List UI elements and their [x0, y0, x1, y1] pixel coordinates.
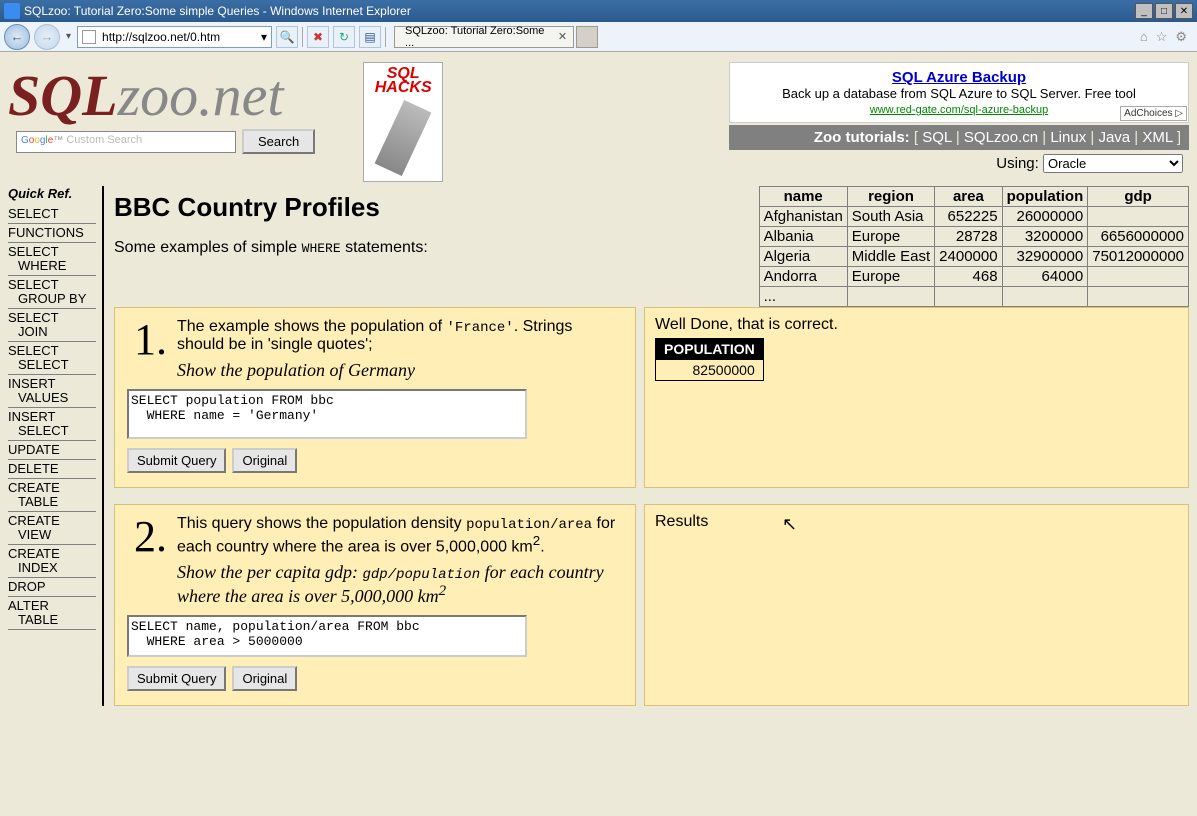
sidebar-item[interactable]: SELECTSELECT — [8, 342, 96, 375]
table-header: region — [847, 187, 934, 207]
refresh-button[interactable]: ↻ — [333, 26, 355, 48]
sidebar-item[interactable]: FUNCTIONS — [8, 224, 96, 243]
table-header: population — [1002, 187, 1088, 207]
sidebar-item[interactable]: DROP — [8, 578, 96, 597]
submit-query-button-2[interactable]: Submit Query — [127, 666, 226, 691]
sidebar-item[interactable]: UPDATE — [8, 441, 96, 460]
table-row: AlbaniaEurope2872832000006656000000 — [759, 227, 1188, 247]
ie-icon — [4, 3, 20, 19]
tutorials-nav: Zoo tutorials: [ SQL | SQLzoo.cn | Linux… — [729, 125, 1189, 150]
results-label: Results — [655, 513, 1178, 531]
window-title: SQLzoo: Tutorial Zero:Some simple Querie… — [24, 4, 1135, 18]
sidebar-item[interactable]: SELECT — [8, 205, 96, 224]
adchoices-badge[interactable]: AdChoices ▷ — [1120, 106, 1187, 121]
ad-text: Back up a database from SQL Azure to SQL… — [782, 86, 1136, 101]
compat-button[interactable]: ▤ — [359, 26, 381, 48]
exercise-1-panel: 1. The example shows the population of '… — [114, 307, 636, 488]
table-row: AlgeriaMiddle East2400000329000007501200… — [759, 247, 1188, 267]
close-window-button[interactable]: ✕ — [1175, 3, 1193, 19]
browser-tab[interactable]: SQLzoo: Tutorial Zero:Some ... ✕ — [394, 26, 574, 48]
minimize-button[interactable]: _ — [1135, 3, 1153, 19]
maximize-button[interactable]: □ — [1155, 3, 1173, 19]
engine-select[interactable]: Oracle — [1043, 154, 1183, 173]
table-header: gdp — [1088, 187, 1189, 207]
exercise-number: 1. — [127, 318, 167, 381]
sidebar-item[interactable]: DELETE — [8, 460, 96, 479]
window-titlebar: SQLzoo: Tutorial Zero:Some simple Querie… — [0, 0, 1197, 22]
sidebar-item[interactable]: INSERTSELECT — [8, 408, 96, 441]
nav-link-java[interactable]: Java — [1098, 129, 1130, 146]
exercise-task: Show the per capita gdp: gdp/population … — [177, 562, 623, 607]
sample-data-table: nameregionareapopulationgdp AfghanistanS… — [759, 186, 1189, 307]
original-button-1[interactable]: Original — [232, 448, 297, 473]
home-icon[interactable]: ⌂ — [1140, 29, 1148, 45]
sidebar-item[interactable]: SELECTJOIN — [8, 309, 96, 342]
advertisement[interactable]: SQL Azure Backup Back up a database from… — [729, 62, 1189, 123]
exercise-description: The example shows the population of 'Fra… — [177, 318, 623, 381]
result-panel-1: Well Done, that is correct. POPULATION 8… — [644, 307, 1189, 488]
back-button[interactable]: ← — [4, 24, 30, 50]
exercise-task: Show the population of Germany — [177, 360, 623, 381]
page-icon — [82, 30, 96, 44]
table-row: ... — [759, 287, 1188, 307]
search-button-ie[interactable]: 🔍 — [276, 26, 298, 48]
submit-query-button-1[interactable]: Submit Query — [127, 448, 226, 473]
table-header: name — [759, 187, 847, 207]
search-button[interactable]: Search — [242, 129, 315, 154]
nav-link-sql[interactable]: SQL — [922, 129, 951, 146]
stop-button[interactable]: ✖ — [307, 26, 329, 48]
result-panel-2: Results — [644, 504, 1189, 706]
using-label: Using: — [996, 155, 1039, 172]
tab-title: SQLzoo: Tutorial Zero:Some ... — [405, 25, 550, 49]
sidebar-item[interactable]: CREATETABLE — [8, 479, 96, 512]
sidebar-item[interactable]: CREATEINDEX — [8, 545, 96, 578]
nav-dropdown-icon[interactable]: ▾ — [66, 31, 71, 42]
url-input[interactable] — [100, 29, 261, 45]
ad-url[interactable]: www.red-gate.com/sql-azure-backup — [870, 104, 1049, 116]
result-table: POPULATION 82500000 — [655, 338, 764, 381]
sidebar-item[interactable]: SELECTGROUP BY — [8, 276, 96, 309]
table-header: area — [935, 187, 1002, 207]
forward-button[interactable]: → — [34, 24, 60, 50]
result-message: Well Done, that is correct. — [655, 316, 1178, 334]
sidebar-item[interactable]: SELECTWHERE — [8, 243, 96, 276]
sidebar-item[interactable]: CREATEVIEW — [8, 512, 96, 545]
exercise-number: 2. — [127, 515, 167, 607]
book-ad[interactable]: SQLHACKS — [363, 62, 443, 182]
sidebar-item[interactable]: INSERTVALUES — [8, 375, 96, 408]
table-row: AfghanistanSouth Asia65222526000000 — [759, 207, 1188, 227]
ad-title-link[interactable]: SQL Azure Backup — [892, 69, 1026, 86]
nav-link-sqlzoocn[interactable]: SQLzoo.cn — [964, 129, 1038, 146]
tab-close-icon[interactable]: ✕ — [558, 30, 567, 43]
sql-input-1[interactable]: SELECT population FROM bbc WHERE name = … — [127, 389, 527, 439]
sql-input-2[interactable]: SELECT name, population/area FROM bbc WH… — [127, 615, 527, 657]
google-search-input[interactable]: Google™ Custom Search — [16, 131, 236, 153]
nav-link-linux[interactable]: Linux — [1050, 129, 1086, 146]
quick-ref-sidebar: Quick Ref. SELECTFUNCTIONSSELECTWHERESEL… — [8, 186, 104, 706]
exercise-2-panel: 2. This query shows the population densi… — [114, 504, 636, 706]
new-tab-button[interactable] — [576, 26, 598, 48]
address-bar[interactable]: ▾ — [77, 26, 272, 48]
browser-toolbar: ← → ▾ ▾ 🔍 ✖ ↻ ▤ SQLzoo: Tutorial Zero:So… — [0, 22, 1197, 52]
favorites-icon[interactable]: ☆ — [1156, 29, 1168, 45]
site-logo: SQLzoo.net — [8, 62, 323, 129]
nav-link-xml[interactable]: XML — [1142, 129, 1172, 146]
url-dropdown-icon[interactable]: ▾ — [261, 30, 267, 44]
table-row: AndorraEurope46864000 — [759, 267, 1188, 287]
sidebar-heading: Quick Ref. — [8, 186, 96, 201]
tools-icon[interactable]: ⚙ — [1175, 29, 1187, 45]
original-button-2[interactable]: Original — [232, 666, 297, 691]
sidebar-item[interactable]: ALTERTABLE — [8, 597, 96, 630]
exercise-description: This query shows the population density … — [177, 515, 623, 607]
